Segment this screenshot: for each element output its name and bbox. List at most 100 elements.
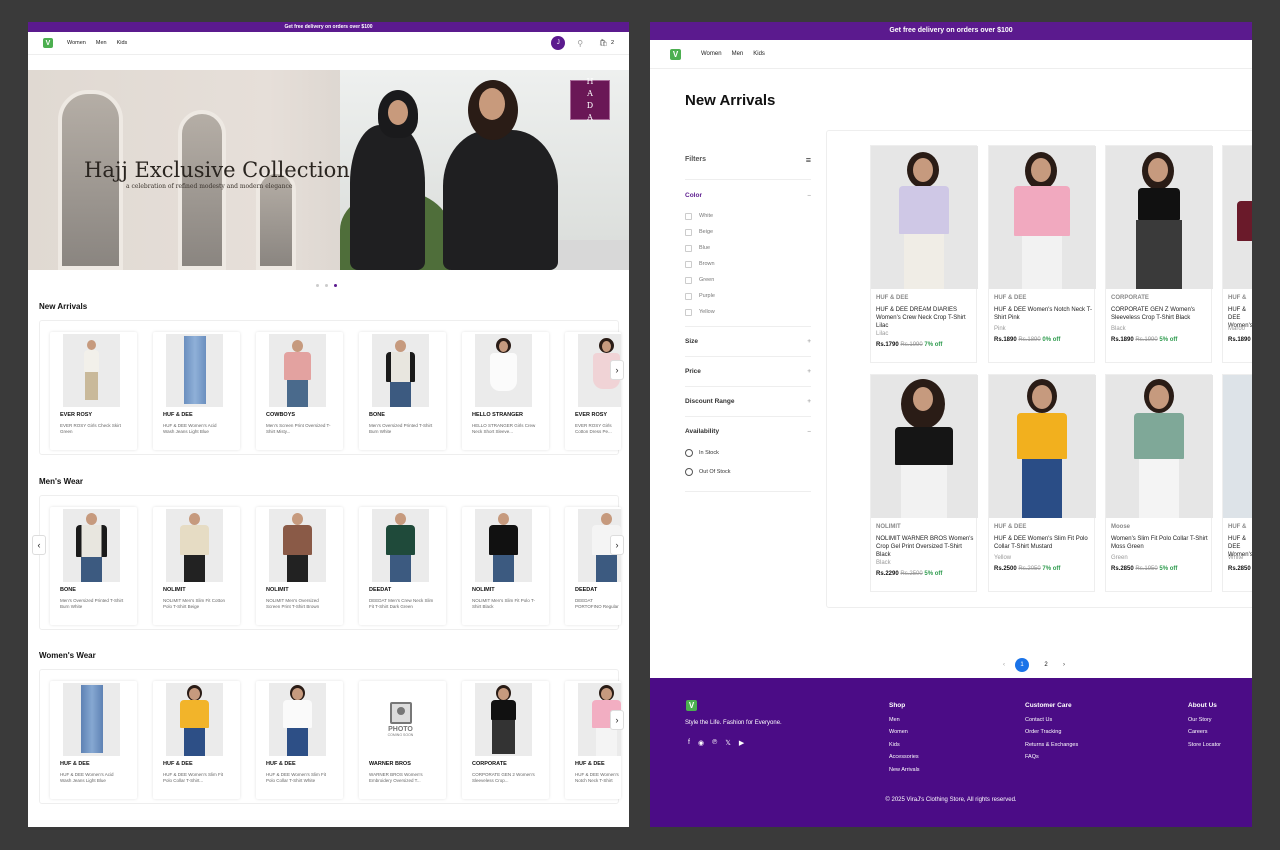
product-card[interactable]: NOLIMIT NOLIMIT WARNER BROS Women's Crop… <box>870 374 978 592</box>
filter-icon[interactable]: ≡ <box>806 155 811 165</box>
product-card[interactable]: BONE Men's Oversized Printed T-Shirt Bur… <box>50 507 137 625</box>
checkbox[interactable] <box>685 292 692 300</box>
size-filter[interactable]: Size + <box>685 327 811 357</box>
next-arrow-mens-wear[interactable]: › <box>610 535 624 555</box>
color-option-beige[interactable]: Beige <box>685 224 811 240</box>
checkbox[interactable] <box>685 276 692 284</box>
nav-kids[interactable]: Kids <box>753 51 765 57</box>
product-color: Black <box>1111 326 1126 332</box>
footer-link[interactable]: New Arrivals <box>889 764 920 777</box>
color-filter-header[interactable]: Color – <box>685 180 811 208</box>
next-page-icon[interactable]: › <box>1063 662 1065 668</box>
footer-link[interactable]: Contact Us <box>1025 714 1078 727</box>
collapse-icon[interactable]: – <box>807 428 811 435</box>
hero-banner[interactable]: Hajj Exclusive Collection a celebration … <box>28 70 629 270</box>
product-card[interactable]: HUF & DEE HUF & DEE Women's Notch Neck T… <box>988 145 1096 363</box>
product-card[interactable]: BONE Men's Oversized Printed T-Shirt Bur… <box>359 332 446 450</box>
checkbox[interactable] <box>685 244 692 252</box>
availability-out-of-stock[interactable]: Out Of Stock <box>685 462 811 481</box>
nav-kids[interactable]: Kids <box>117 40 128 46</box>
product-card[interactable]: NOLIMIT NOLIMIT Men's Slim Fit Cotton Po… <box>153 507 240 625</box>
footer-link[interactable]: FAQs <box>1025 751 1078 764</box>
carousel-dot-2[interactable] <box>325 284 328 287</box>
checkbox[interactable] <box>685 260 692 268</box>
product-card[interactable]: HUF & DEE HUF & DEE DREAM DIARIES Women'… <box>870 145 978 363</box>
carousel-dot-3[interactable] <box>334 284 337 287</box>
checkbox[interactable] <box>685 212 692 220</box>
color-option-purple[interactable]: Purple <box>685 288 811 304</box>
product-card[interactable]: COWBOYS Men's Screen Print Oversized T-S… <box>256 332 343 450</box>
page-2-button[interactable]: 2 <box>1039 658 1053 672</box>
product-card[interactable]: HUF & DEE HUF & DEE Women's Slim Fit Pol… <box>153 681 240 799</box>
next-arrow-new-arrivals[interactable]: › <box>610 360 624 380</box>
prev-page-icon[interactable]: ‹ <box>1003 662 1005 668</box>
checkbox[interactable] <box>685 228 692 236</box>
brand-logo[interactable]: V <box>43 38 53 48</box>
footer-link[interactable]: Accessories <box>889 751 920 764</box>
price-filter[interactable]: Price + <box>685 357 811 387</box>
pinterest-icon[interactable]: ℗ <box>712 739 717 747</box>
product-card[interactable]: CORPORATE CORPORATE GEN Z Women's Sleeve… <box>1105 145 1213 363</box>
product-card[interactable]: HUF & HUF & DEE Women's Polo Co White Rs… <box>1222 374 1252 592</box>
page-1-button[interactable]: 1 <box>1015 658 1029 672</box>
product-card[interactable]: HELLO STRANGER HELLO STRANGER Girls Crew… <box>462 332 549 450</box>
color-option-green[interactable]: Green <box>685 272 811 288</box>
product-card[interactable]: DEEDAT DEEDAT Men's Crew Neck Slim Fit T… <box>359 507 446 625</box>
collapse-icon[interactable]: – <box>807 192 811 199</box>
product-card[interactable]: HUF & HUF & DEE Women's Crop T- Maroo Rs… <box>1222 145 1252 363</box>
product-card[interactable]: HUF & DEE HUF & DEE Women's Slim Fit Pol… <box>256 681 343 799</box>
product-card[interactable]: NOLIMIT NOLIMIT Men's Oversized Screen P… <box>256 507 343 625</box>
expand-icon[interactable]: + <box>807 338 811 345</box>
radio-button[interactable] <box>685 448 693 457</box>
product-card[interactable]: HUF & DEE HUF & DEE Women's Acid Wash Je… <box>50 681 137 799</box>
color-option-brown[interactable]: Brown <box>685 256 811 272</box>
discount-filter[interactable]: Discount Range + <box>685 387 811 417</box>
product-card[interactable]: NOLIMIT NOLIMIT Men's Slim Fit Polo T-Sh… <box>462 507 549 625</box>
product-card[interactable]: PHOTO COMING SOON WARNER BROS WARNER BRO… <box>359 681 446 799</box>
user-avatar[interactable]: J <box>551 36 566 50</box>
radio-button[interactable] <box>685 467 693 476</box>
product-card[interactable]: EVER ROSY EVER ROSY Girls Cotton Dress P… <box>565 332 621 450</box>
product-card[interactable]: CORPORATE CORPORATE GEN 2 Women's Sleeve… <box>462 681 549 799</box>
nav-men[interactable]: Men <box>96 40 107 46</box>
footer-link[interactable]: Order Tracking <box>1025 726 1078 739</box>
product-card[interactable]: HUF & DEE HUF & DEE Women's Notch Neck T… <box>565 681 621 799</box>
color-option-white[interactable]: White <box>685 208 811 224</box>
product-desc: HUF & DEE Women's Acid Wash Jeans Light … <box>60 772 114 783</box>
nav-women[interactable]: Women <box>701 51 722 57</box>
nav-women[interactable]: Women <box>67 40 86 46</box>
footer-link[interactable]: Men <box>889 714 920 727</box>
footer-logo[interactable]: V <box>686 700 697 711</box>
facebook-icon[interactable]: f <box>688 739 690 747</box>
availability-filter-header[interactable]: Availability – <box>685 417 811 443</box>
product-image <box>871 375 978 518</box>
availability-in-stock[interactable]: In Stock <box>685 443 811 462</box>
product-card[interactable]: EVER ROSY EVER ROSY Girls Check Skirt Gr… <box>50 332 137 450</box>
product-card[interactable]: DEEDAT DEEDAT PORTOFINO Regular Fit T-Sh… <box>565 507 621 625</box>
product-brand: BONE <box>60 587 76 593</box>
footer-link[interactable]: Careers <box>1188 726 1221 739</box>
cart-icon[interactable]: 🛍 <box>599 39 608 47</box>
x-twitter-icon[interactable]: 𝕏 <box>725 739 731 747</box>
color-option-blue[interactable]: Blue <box>685 240 811 256</box>
next-arrow-womens-wear[interactable]: › <box>610 710 624 730</box>
search-icon[interactable]: ⚲ <box>577 39 583 48</box>
prev-arrow-mens-wear[interactable]: ‹ <box>32 535 46 555</box>
footer-link[interactable]: Our Story <box>1188 714 1221 727</box>
brand-logo[interactable]: V <box>670 48 681 60</box>
nav-men[interactable]: Men <box>732 51 744 57</box>
footer-link[interactable]: Returns & Exchanges <box>1025 739 1078 752</box>
product-card[interactable]: HUF & DEE HUF & DEE Women's Acid Wash Je… <box>153 332 240 450</box>
youtube-icon[interactable]: ▶ <box>739 739 744 747</box>
footer-link[interactable]: Kids <box>889 739 920 752</box>
product-card[interactable]: HUF & DEE HUF & DEE Women's Slim Fit Pol… <box>988 374 1096 592</box>
product-card[interactable]: Moose Women's Slim Fit Polo Collar T-Shi… <box>1105 374 1213 592</box>
expand-icon[interactable]: + <box>807 368 811 375</box>
instagram-icon[interactable]: ◉ <box>698 739 704 747</box>
checkbox[interactable] <box>685 308 692 316</box>
carousel-dot-1[interactable] <box>316 284 319 287</box>
expand-icon[interactable]: + <box>807 398 811 405</box>
color-option-yellow[interactable]: Yellow <box>685 304 811 320</box>
footer-link[interactable]: Store Locator <box>1188 739 1221 752</box>
footer-link[interactable]: Women <box>889 726 920 739</box>
